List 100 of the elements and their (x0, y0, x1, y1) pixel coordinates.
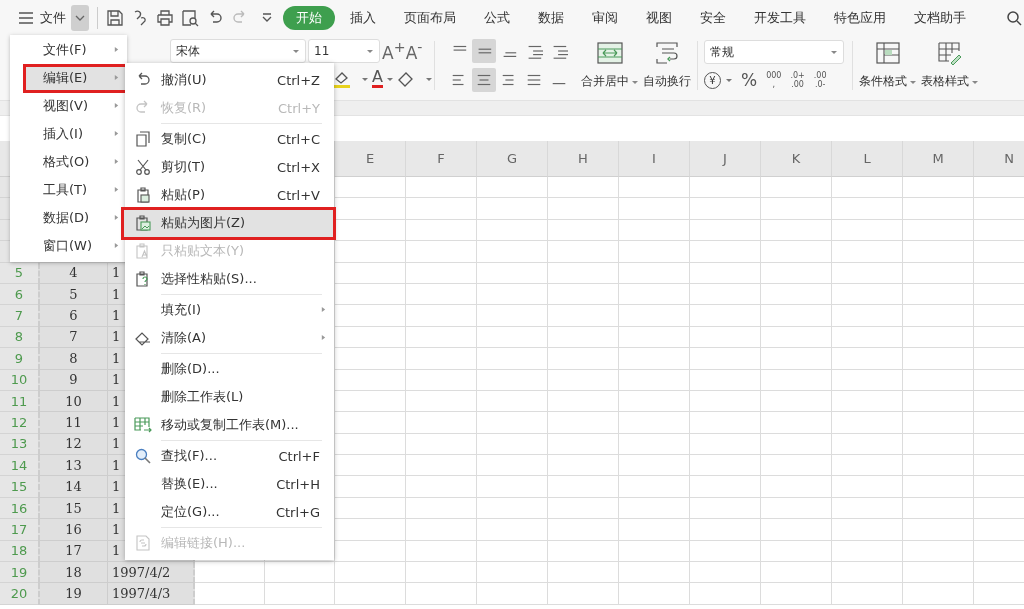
menu-item[interactable]: 文件(F) (10, 36, 127, 64)
table-cell (335, 519, 406, 541)
table-cell (406, 348, 477, 370)
table-cell (903, 305, 974, 327)
table-cell (548, 198, 619, 220)
table-cell (832, 540, 903, 563)
menu-item[interactable]: 窗口(W) (10, 232, 127, 260)
menu-item[interactable]: 视图(V) (10, 92, 127, 120)
column-header[interactable]: N (974, 141, 1024, 177)
table-cell (406, 497, 477, 520)
number-format-button[interactable]: .00 .0- (813, 71, 827, 89)
table-cell (335, 562, 406, 584)
column-header[interactable]: L (832, 141, 903, 177)
print-preview-icon[interactable] (181, 8, 199, 27)
table-cell (406, 583, 477, 605)
table-cell (406, 262, 477, 284)
menu-item[interactable]: 数据(D) (10, 204, 127, 232)
font-color-button[interactable]: A (372, 69, 383, 88)
ribbon-tab[interactable]: 安全 (687, 5, 739, 30)
font-name-field[interactable]: 宋体 (170, 39, 306, 63)
table-cell (903, 433, 974, 456)
table-cell (690, 583, 761, 605)
ribbon-tab[interactable]: 开发工具 (741, 5, 819, 30)
column-header[interactable]: H (548, 141, 619, 177)
table-cell (690, 390, 761, 413)
column-header[interactable]: M (903, 141, 974, 177)
shrink-font-button[interactable]: A$^{-}$ (404, 39, 424, 63)
table-cell (406, 219, 477, 242)
font-size-field[interactable]: 11 (308, 39, 380, 63)
column-header[interactable]: J (690, 141, 761, 177)
menu-item[interactable]: 编辑(E) (24, 64, 127, 92)
table-cell (832, 412, 903, 434)
caret-icon (366, 47, 374, 55)
number-format-button[interactable]: 000 , (766, 71, 782, 89)
table-cell: 11 (38, 412, 108, 434)
search-icon[interactable] (1006, 9, 1022, 26)
table-cell (832, 262, 903, 284)
print-icon[interactable] (156, 8, 174, 27)
table-cell (903, 262, 974, 284)
number-format-button[interactable]: .0+ .00 (790, 71, 805, 89)
table-cell (619, 305, 690, 327)
number-format-field[interactable]: 常规 (704, 40, 844, 64)
table-cell: 5 (38, 283, 108, 306)
customize-icon[interactable] (261, 11, 273, 24)
table-cell (832, 455, 903, 477)
menu-item[interactable]: 插入(I) (10, 120, 127, 148)
ribbon-tab[interactable]: 视图 (633, 5, 685, 30)
table-cell (265, 583, 335, 605)
table-cell (832, 433, 903, 456)
save-icon[interactable] (106, 8, 124, 27)
ribbon-button[interactable]: 条件格式 (859, 35, 917, 100)
column-header[interactable]: G (477, 141, 548, 177)
caret-icon (830, 48, 838, 56)
column-header[interactable]: K (761, 141, 832, 177)
menu-item[interactable]: 粘贴(P) Ctrl+V (125, 181, 334, 209)
column-header[interactable]: E (335, 141, 406, 177)
column-header[interactable]: I (619, 141, 690, 177)
ribbon-button[interactable]: 自动换行 (643, 35, 691, 100)
ribbon-tab[interactable]: 数据 (525, 5, 577, 30)
menu-item[interactable]: 复制(C) Ctrl+C (125, 125, 334, 153)
menu-item[interactable]: 剪切(T) Ctrl+X (125, 153, 334, 181)
middle-align-icon[interactable] (472, 39, 496, 63)
table-cell (335, 540, 406, 563)
file-menu[interactable]: 文件 (40, 8, 66, 27)
center-align-icon[interactable] (472, 68, 496, 92)
table-cell: 7 (38, 326, 108, 349)
table-cell (690, 219, 761, 242)
table-cell (903, 219, 974, 242)
table-cell (335, 390, 406, 413)
table-cell (761, 348, 832, 370)
ribbon-tab[interactable]: 审阅 (579, 5, 631, 30)
percent-button[interactable]: % (741, 70, 758, 90)
column-header[interactable]: F (406, 141, 477, 177)
ribbon-tab[interactable]: 文档助手 (901, 5, 979, 30)
table-cell (335, 262, 406, 284)
menu-item[interactable]: 撤消(U) Ctrl+Z (125, 66, 334, 94)
table-cell: 12 (38, 433, 108, 456)
table-cell (832, 497, 903, 520)
submenu-arrow-icon (321, 334, 326, 341)
table-cell: 9 (38, 369, 108, 391)
menu-item[interactable]: 格式(O) (10, 148, 127, 176)
ribbon-tab[interactable]: 特色应用 (821, 5, 899, 30)
table-cell (477, 476, 548, 498)
table-cell (619, 241, 690, 263)
menu-item[interactable]: 工具(T) (10, 176, 127, 204)
table-cell (477, 497, 548, 520)
ribbon-tab[interactable]: 插入 (337, 5, 389, 30)
table-cell (832, 476, 903, 498)
ribbon-button[interactable]: 表格样式 (921, 35, 979, 100)
ribbon-tab[interactable]: 页面布局 (391, 5, 469, 30)
menu-icon[interactable] (18, 9, 34, 26)
table-cell (548, 219, 619, 242)
dropdown-button[interactable] (71, 4, 89, 31)
ribbon-tab[interactable]: 公式 (471, 5, 523, 30)
caret-icon[interactable] (725, 76, 733, 84)
table-cell (761, 369, 832, 391)
grow-font-button[interactable]: A$^{+}$ (382, 39, 402, 63)
table-cell (406, 540, 477, 563)
table-cell: 17 (38, 540, 108, 563)
ribbon-button[interactable]: 合并居中 (581, 35, 639, 100)
